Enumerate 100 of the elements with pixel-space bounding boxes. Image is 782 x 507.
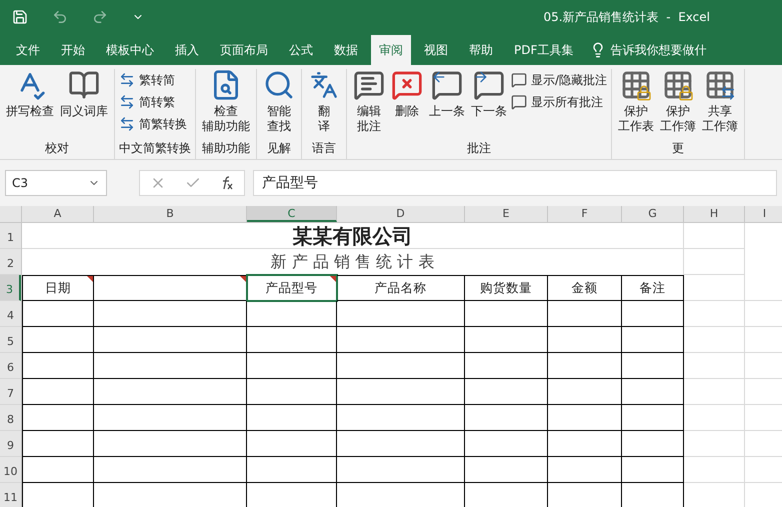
ribbon-button[interactable]: 检查 辅助功能 <box>200 69 252 139</box>
ribbon-button[interactable]: 同义词库 <box>58 69 110 139</box>
sheet-title: 某某有限公司 <box>22 223 684 249</box>
column-header[interactable]: G <box>622 206 684 222</box>
row-header[interactable]: 7 <box>0 379 21 405</box>
comment-icon <box>511 94 527 110</box>
button-label: 工作簿 <box>660 119 696 134</box>
column-header[interactable]: C <box>247 206 337 222</box>
ribbon-small-button[interactable]: 繁转简 <box>119 70 187 89</box>
ribbon-small-button[interactable]: 显示所有批注 <box>511 92 608 111</box>
ribbon-button[interactable]: 下一条 <box>469 69 509 139</box>
header-cell: 产品名称 <box>337 275 465 301</box>
grid-lock-icon <box>620 69 652 101</box>
search-icon <box>263 69 295 101</box>
table-cell <box>622 301 684 327</box>
column-header[interactable]: D <box>337 206 465 222</box>
button-label: 检查 <box>213 104 239 119</box>
translate-icon <box>308 69 340 101</box>
save-icon[interactable] <box>12 8 28 24</box>
comment-delete-icon <box>391 69 423 101</box>
ribbon-button[interactable]: 翻 译 <box>306 69 342 139</box>
window-title: 05.新产品销售统计表 - Excel <box>544 8 710 26</box>
ribbon-button[interactable]: 共享 工作簿 <box>700 69 740 139</box>
ribbon-tab[interactable]: PDF工具集 <box>506 35 582 65</box>
table-cell <box>684 249 745 275</box>
ribbon-tab[interactable]: 帮助 <box>461 35 501 65</box>
ribbon-button[interactable]: 删除 <box>389 69 425 139</box>
table-cell <box>22 457 94 483</box>
ribbon-tab[interactable]: 模板中心 <box>98 35 162 65</box>
next-comment-icon <box>473 69 505 101</box>
table-cell <box>622 327 684 353</box>
convert-icon <box>119 72 135 88</box>
ribbon-group-label: 辅助功能 <box>201 140 251 157</box>
button-label: 编辑 <box>357 104 381 119</box>
row-header[interactable]: 11 <box>0 483 21 507</box>
column-header[interactable]: A <box>22 206 94 222</box>
ribbon-button[interactable]: 保护 工作簿 <box>658 69 698 139</box>
table-cell <box>22 327 94 353</box>
ribbon-small-button[interactable]: 简繁转换 <box>119 114 187 133</box>
button-label: 保护 <box>623 104 650 119</box>
row-header[interactable]: 10 <box>0 457 21 483</box>
ribbon-button[interactable]: 上一条 <box>427 69 467 139</box>
row-header[interactable]: 9 <box>0 431 21 457</box>
ribbon-tab[interactable]: 数据 <box>326 35 366 65</box>
ribbon-small-button[interactable]: 显示/隐藏批注 <box>511 70 608 89</box>
ribbon-group-label: 批注 <box>466 140 492 157</box>
table-cell <box>622 457 684 483</box>
header-cell: 备注 <box>622 275 684 301</box>
row-header[interactable]: 8 <box>0 405 21 431</box>
ribbon-tab[interactable]: 页面布局 <box>212 35 276 65</box>
row-header[interactable]: 5 <box>0 327 21 353</box>
button-label: 辅助功能 <box>202 119 250 134</box>
row-header[interactable]: 6 <box>0 353 21 379</box>
button-label: 查找 <box>267 119 291 134</box>
ribbon-small-button[interactable]: 简转繁 <box>119 92 187 111</box>
ribbon-tab[interactable]: 审阅 <box>371 35 411 65</box>
table-cell <box>622 353 684 379</box>
ribbon-tab[interactable]: 开始 <box>53 35 93 65</box>
formula-field[interactable]: 产品型号 <box>253 170 777 196</box>
convert-icon <box>119 116 135 132</box>
name-box[interactable]: C3 <box>5 170 107 196</box>
button-label: 保护 <box>665 104 692 119</box>
button-label: 译 <box>318 119 330 134</box>
header-cell: 金额 <box>548 275 622 301</box>
button-label: 共享 <box>707 104 734 119</box>
ribbon-button[interactable]: 保护 工作表 <box>616 69 656 139</box>
table-cell <box>622 379 684 405</box>
ribbon-button[interactable]: 编辑 批注 <box>351 69 387 139</box>
button-label: 工作表 <box>618 119 654 134</box>
ribbon-tab[interactable]: 公式 <box>281 35 321 65</box>
ribbon-group-label: 见解 <box>266 140 292 157</box>
button-label: 智能 <box>267 104 291 119</box>
row-header[interactable]: 4 <box>0 301 21 327</box>
row-header[interactable]: 1 <box>0 223 21 249</box>
column-header[interactable]: H <box>684 206 745 222</box>
ribbon-group-label: 语言 <box>311 140 337 157</box>
tell-me-field[interactable]: 告诉我你想要做什 <box>590 35 706 65</box>
comment-edit-icon <box>353 69 385 101</box>
table-cell <box>684 223 745 249</box>
column-header[interactable]: E <box>465 206 548 222</box>
table-cell <box>22 379 94 405</box>
book-icon <box>68 69 100 101</box>
ribbon-button[interactable]: 智能 查找 <box>261 69 297 139</box>
table-cell <box>22 353 94 379</box>
ribbon-group-label: 更 <box>671 140 686 157</box>
comment-icon <box>511 72 527 88</box>
table-cell <box>622 431 684 457</box>
column-header[interactable]: F <box>548 206 622 222</box>
ribbon-tab[interactable]: 插入 <box>167 35 207 65</box>
row-header[interactable]: 3 <box>0 275 21 301</box>
header-cell: 日期 <box>22 275 94 301</box>
function-icon[interactable] <box>220 176 234 190</box>
ribbon-tab[interactable]: 视图 <box>416 35 456 65</box>
column-header[interactable]: I <box>745 206 782 222</box>
ribbon-group-label: 中文简繁转换 <box>119 140 191 157</box>
table-cell <box>22 405 94 431</box>
ribbon-group-label: 校对 <box>44 140 70 157</box>
convert-icon <box>119 94 135 110</box>
ribbon-tab[interactable]: 文件 <box>8 35 48 65</box>
ribbon-button[interactable]: 拼写检查 <box>4 69 56 139</box>
